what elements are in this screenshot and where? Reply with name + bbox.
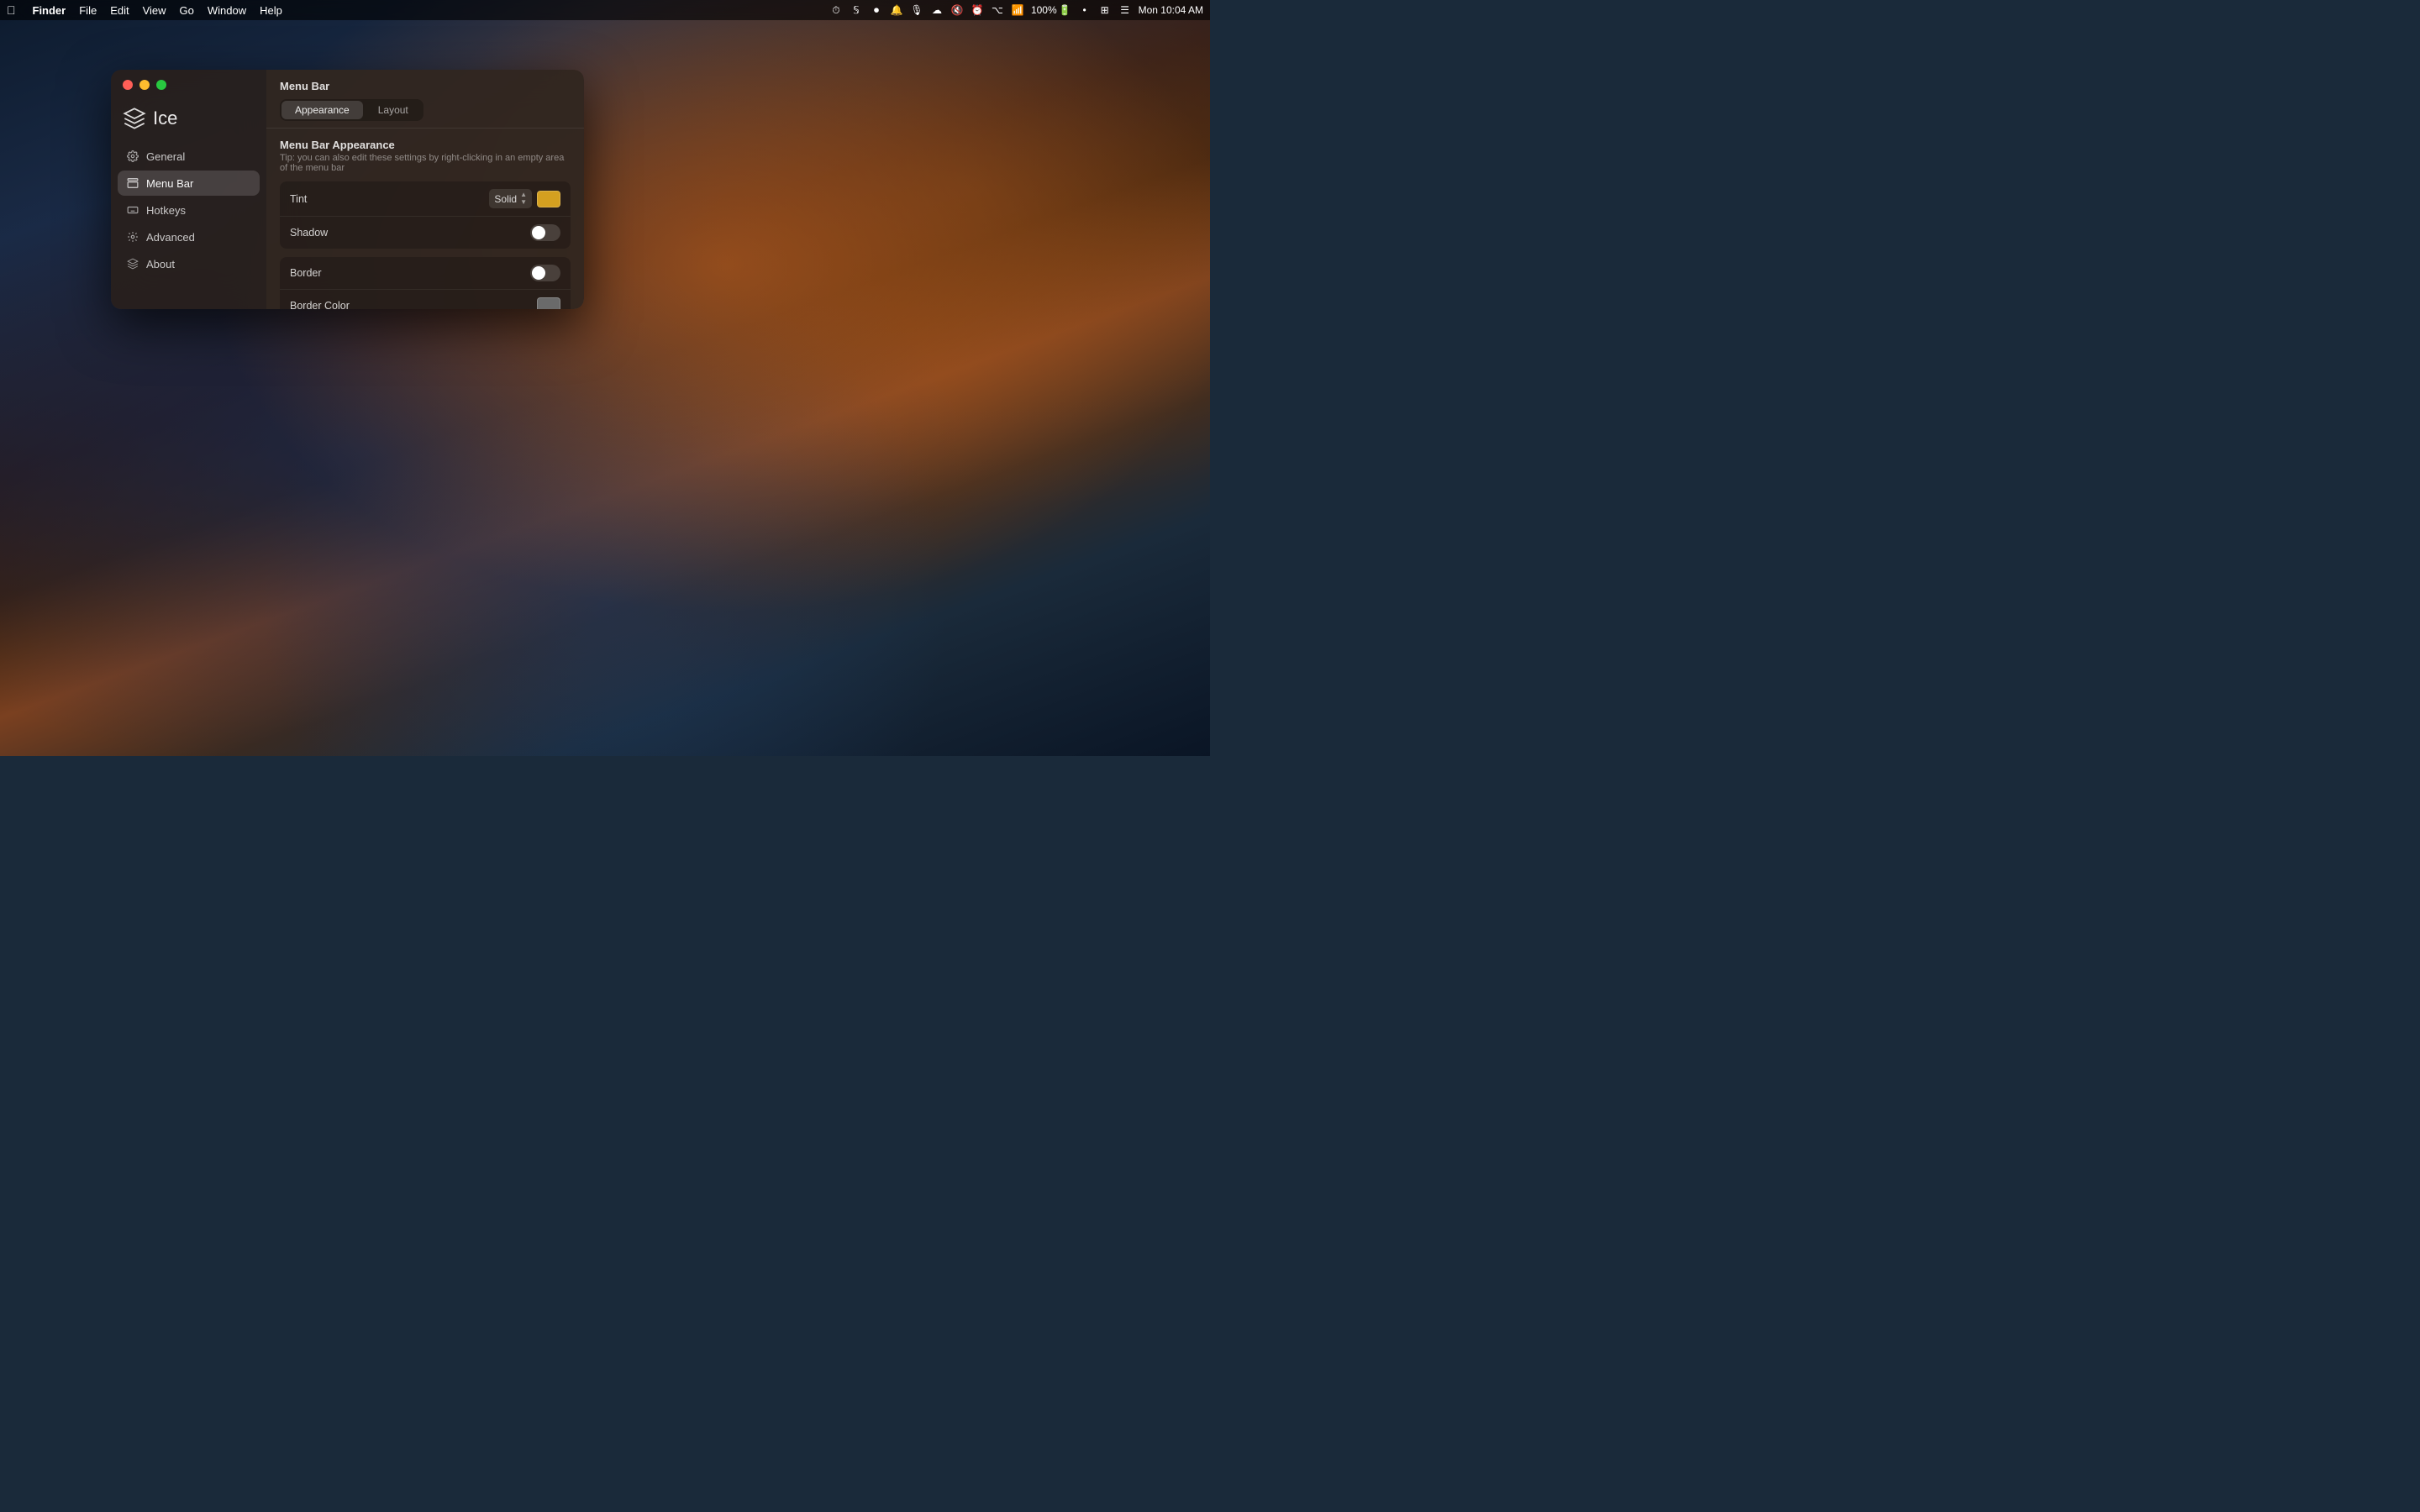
sidebar: Ice General [111, 70, 266, 309]
clock-display: Mon 10:04 AM [1139, 4, 1203, 16]
apple-menu[interactable]:  [7, 3, 16, 17]
tint-arrows: ▲ ▼ [520, 192, 527, 206]
menu-window[interactable]: Window [208, 4, 246, 17]
circle-icon[interactable]: ⏺ [870, 3, 883, 17]
menu-edit[interactable]: Edit [110, 4, 129, 17]
border-label: Border [290, 267, 530, 279]
sidebar-item-advanced-label: Advanced [146, 231, 195, 244]
shadow-label: Shadow [290, 227, 530, 239]
sidebar-navigation: General Menu Bar [111, 144, 266, 276]
tint-style-value: Solid [494, 193, 517, 205]
clock-icon[interactable]: ⏰ [971, 3, 984, 17]
wifi-icon[interactable]: 📶 [1011, 3, 1024, 17]
menubar-right: ⏱ 𝕊 ⏺ 🔔 🎙 ☁ 🔇 ⏰ ⌥ 📶 100% 🔋 • ⊞ ☰ Mon 10:… [829, 3, 1203, 17]
app-name-label: Finder [33, 4, 66, 17]
system-menubar:  Finder File Edit View Go Window Help ⏱… [0, 0, 1210, 20]
battery-indicator: 100% 🔋 [1031, 4, 1071, 16]
sidebar-item-menubar[interactable]: Menu Bar [118, 171, 260, 196]
sidebar-item-hotkeys-label: Hotkeys [146, 204, 186, 217]
hotkeys-icon [126, 203, 139, 217]
sidebar-item-advanced[interactable]: Advanced [118, 224, 260, 249]
border-group: Border Border Color Border Width [280, 257, 571, 309]
sidebar-item-about[interactable]: About [118, 251, 260, 276]
main-title: Menu Bar [280, 80, 571, 92]
menubar-left:  Finder File Edit View Go Window Help [7, 3, 282, 17]
battery-icon: 🔋 [1059, 4, 1071, 16]
border-control [530, 265, 560, 281]
skype-icon[interactable]: 𝕊 [850, 3, 863, 17]
cube-logo-icon [123, 107, 146, 130]
border-color-row: Border Color [280, 290, 571, 309]
sidebar-item-hotkeys[interactable]: Hotkeys [118, 197, 260, 223]
main-header: Menu Bar Appearance Layout [266, 70, 584, 129]
shadow-control [530, 224, 560, 241]
section-title: Menu Bar Appearance [280, 139, 571, 151]
shadow-row: Shadow [280, 217, 571, 249]
tint-color-swatch[interactable] [537, 191, 560, 207]
sidebar-item-general[interactable]: General [118, 144, 260, 169]
app-logo: Ice [111, 100, 266, 144]
main-body: Menu Bar Appearance Tip: you can also ed… [266, 129, 584, 309]
tint-row: Tint Solid ▲ ▼ [280, 181, 571, 217]
cloud-icon[interactable]: ☁ [930, 3, 944, 17]
tab-appearance[interactable]: Appearance [281, 101, 363, 119]
minimize-button[interactable] [139, 80, 150, 90]
app-logo-text: Ice [153, 108, 177, 129]
menu-go[interactable]: Go [180, 4, 194, 17]
shadow-toggle[interactable] [530, 224, 560, 241]
menu-help[interactable]: Help [260, 4, 282, 17]
tint-control: Solid ▲ ▼ [489, 189, 560, 208]
close-button[interactable] [123, 80, 133, 90]
section-tip: Tip: you can also edit these settings by… [280, 153, 571, 173]
tint-shadow-group: Tint Solid ▲ ▼ Shadow [280, 181, 571, 249]
tab-layout[interactable]: Layout [365, 101, 422, 119]
notification-icon[interactable]: 🔔 [890, 3, 903, 17]
maximize-button[interactable] [156, 80, 166, 90]
menu-view[interactable]: View [143, 4, 166, 17]
border-color-label: Border Color [290, 300, 537, 309]
battery-percent: 100% [1031, 4, 1057, 16]
border-color-control [537, 297, 560, 309]
menubar-items: File Edit View Go Window Help [79, 4, 282, 17]
gear-icon [126, 150, 139, 163]
main-content: Menu Bar Appearance Layout Menu Bar Appe… [266, 70, 584, 309]
app-window: Ice General [111, 70, 584, 309]
about-icon [126, 257, 139, 270]
tint-label: Tint [290, 193, 489, 205]
bluetooth-icon[interactable]: ⌥ [991, 3, 1004, 17]
mute-icon[interactable]: 🔇 [950, 3, 964, 17]
notification-center-icon[interactable]: ☰ [1118, 3, 1132, 17]
advanced-icon [126, 230, 139, 244]
window-controls [111, 80, 266, 100]
timer-icon[interactable]: ⏱ [829, 3, 843, 17]
menu-file[interactable]: File [79, 4, 97, 17]
border-row: Border [280, 257, 571, 290]
border-color-swatch[interactable] [537, 297, 560, 309]
tab-bar: Appearance Layout [280, 99, 424, 121]
bullet-icon[interactable]: • [1078, 3, 1092, 17]
border-toggle[interactable] [530, 265, 560, 281]
control-center-icon[interactable]: ⊞ [1098, 3, 1112, 17]
tint-style-select[interactable]: Solid ▲ ▼ [489, 189, 532, 208]
sidebar-item-menubar-label: Menu Bar [146, 177, 193, 190]
mic-icon[interactable]: 🎙 [910, 3, 923, 17]
sidebar-item-general-label: General [146, 150, 185, 163]
sidebar-item-about-label: About [146, 258, 175, 270]
menubar-icon [126, 176, 139, 190]
